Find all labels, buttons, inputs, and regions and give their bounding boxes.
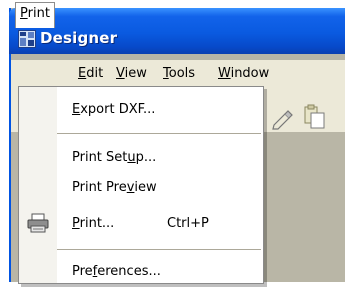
- menu-separator: [57, 249, 261, 250]
- menu-item-preferences[interactable]: Preferences...: [19, 257, 263, 287]
- paste-icon[interactable]: [302, 104, 328, 130]
- menu-print[interactable]: Print: [15, 2, 55, 28]
- menu-edit[interactable]: Edit: [78, 66, 103, 81]
- menu-item-label: Print Preview: [72, 180, 157, 195]
- printer-icon: [27, 213, 49, 233]
- pencil-icon[interactable]: [270, 106, 294, 130]
- menu-item-print[interactable]: Print... Ctrl+P: [19, 209, 263, 239]
- menu-item-print-setup[interactable]: Print Setup...: [19, 143, 263, 173]
- menu-view[interactable]: View: [116, 66, 147, 81]
- menu-item-label: Export DXF...: [72, 102, 156, 117]
- menu-item-export-dxf[interactable]: Export DXF...: [19, 95, 263, 125]
- window-title: Designer: [40, 29, 118, 47]
- menu-tools[interactable]: Tools: [163, 66, 195, 81]
- menu-item-label: Print...: [72, 216, 115, 231]
- menu-item-label: Preferences...: [72, 264, 161, 279]
- menu-window[interactable]: Window: [218, 66, 269, 81]
- menu-item-print-preview[interactable]: Print Preview: [19, 173, 263, 203]
- print-menu: Export DXF... Print Setup... Print Previ…: [18, 86, 264, 284]
- menu-item-label: Print Setup...: [72, 150, 157, 165]
- menu-item-shortcut: Ctrl+P: [167, 216, 209, 231]
- app-icon: [18, 30, 36, 48]
- menu-separator: [57, 133, 261, 134]
